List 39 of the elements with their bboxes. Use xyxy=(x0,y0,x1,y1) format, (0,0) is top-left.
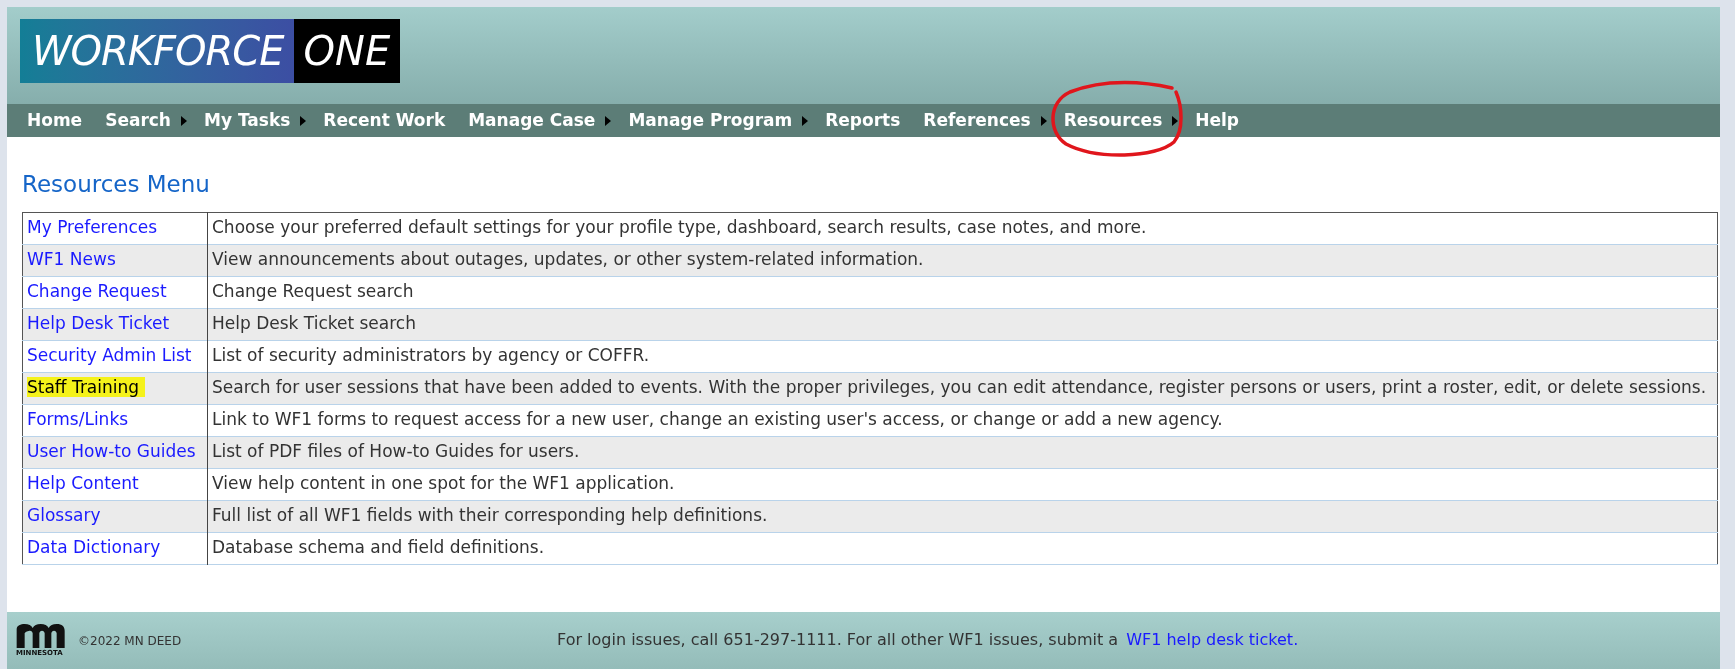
menu-link[interactable]: User How-to Guides xyxy=(27,441,196,462)
menu-link[interactable]: Glossary xyxy=(27,505,101,526)
nav-item[interactable]: Manage Program xyxy=(618,107,803,134)
copyright-text: ©2022 MN DEED xyxy=(78,632,182,650)
page-heading: Resources Menu xyxy=(22,170,211,199)
menu-link[interactable]: WF1 News xyxy=(27,249,116,270)
nav-item[interactable]: Resources xyxy=(1053,107,1173,134)
nav-item[interactable]: My Tasks xyxy=(193,107,301,134)
description-cell: Choose your preferred default settings for your profile type, dashboard, search results, case notes, and more. xyxy=(207,212,1718,244)
menu-link[interactable]: Forms/Links xyxy=(27,409,129,430)
description-cell: Database schema and field definitions. xyxy=(207,532,1718,564)
menu-link[interactable]: Data Dictionary xyxy=(27,537,161,558)
description-cell: List of PDF files of How-to Guides for users. xyxy=(207,436,1718,468)
nav-item[interactable]: Recent Work xyxy=(313,107,456,134)
mn-logo-icon xyxy=(16,624,68,648)
footer-message: For login issues, call 651-297-1111. For all other WF1 issues, submit a xyxy=(557,629,1119,651)
menu-link[interactable]: Help Content xyxy=(27,473,139,494)
menu-link[interactable]: Staff Training xyxy=(27,377,146,398)
logo-text: ONE xyxy=(293,19,401,83)
logo-text: WORKFORCE xyxy=(20,19,294,83)
nav-item[interactable]: Help xyxy=(1185,107,1250,134)
nav-item[interactable]: Search xyxy=(95,107,181,134)
description-cell: View help content in one spot for the WF1 application. xyxy=(207,468,1718,500)
nav-item[interactable]: Manage Case xyxy=(458,107,606,134)
description-cell: View announcements about outages, updates, or other system-related information. xyxy=(207,244,1718,276)
description-cell: Search for user sessions that have been added to events. With the proper privileges, you can edit attendance, register persons or users, print a roster, edit, or delete sessions. xyxy=(207,372,1718,404)
menu-link[interactable]: My Preferences xyxy=(27,217,158,238)
menu-link[interactable]: Security Admin List xyxy=(27,345,192,366)
description-cell: Link to WF1 forms to request access for a new user, change an existing user's access, or change or add a new agency. xyxy=(207,404,1718,436)
description-cell: List of security administrators by agency or COFFR. xyxy=(207,340,1718,372)
menu-link[interactable]: Help Desk Ticket xyxy=(27,313,170,334)
description-cell: Full list of all WF1 fields with their corresponding help definitions. xyxy=(207,500,1718,532)
nav-item[interactable]: Home xyxy=(17,107,93,134)
help-desk-link[interactable]: WF1 help desk ticket. xyxy=(1126,628,1299,652)
description-cell: Help Desk Ticket search xyxy=(207,308,1718,340)
description-cell: Change Request search xyxy=(207,276,1718,308)
menu-link[interactable]: Change Request xyxy=(27,281,167,302)
nav-item[interactable]: References xyxy=(913,107,1041,134)
nav-item[interactable]: Reports xyxy=(815,107,911,134)
